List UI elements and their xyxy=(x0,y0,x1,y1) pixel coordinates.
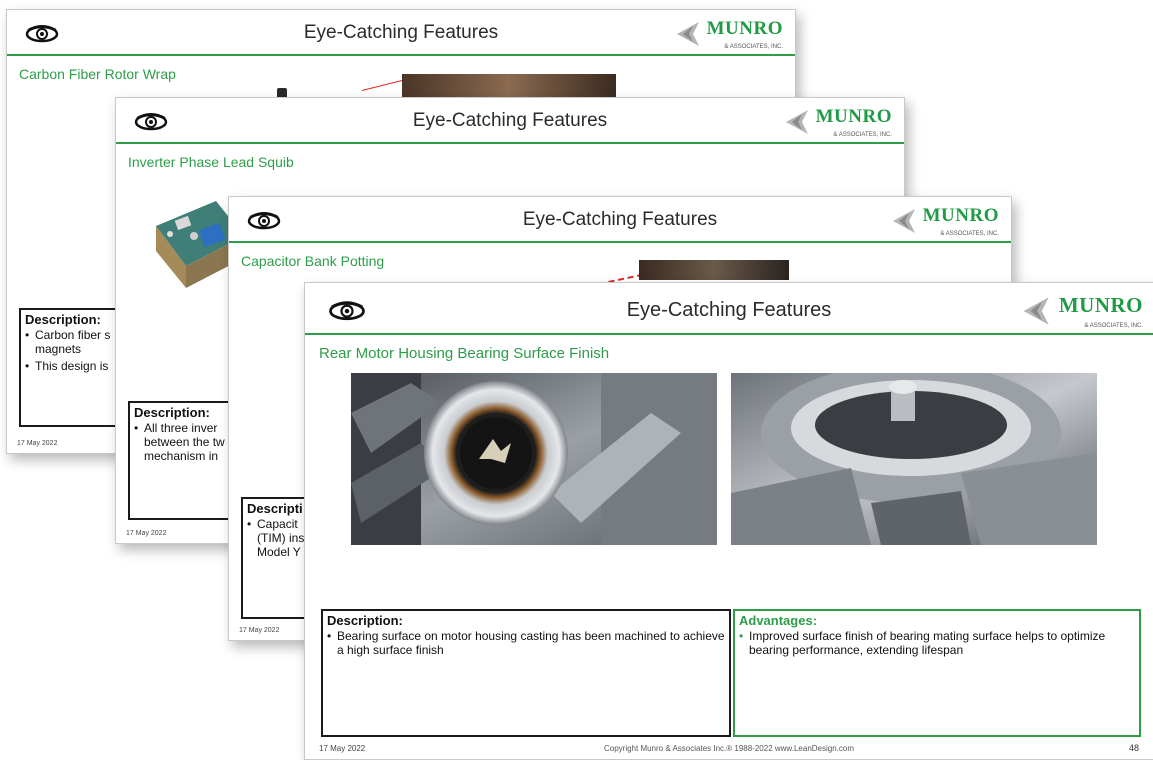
bullet-item: Improved surface finish of bearing matin… xyxy=(739,629,1135,657)
slide-header: Eye-Catching Features MUNRO & ASSOCIATES… xyxy=(305,283,1153,335)
logo-name: MUNRO xyxy=(706,18,783,39)
slide-header: Eye-Catching Features MUNRO & ASSOCIATES… xyxy=(116,98,904,144)
slide-subtitle: Rear Motor Housing Bearing Surface Finis… xyxy=(319,345,610,362)
logo-chevron-icon xyxy=(1023,297,1049,325)
description-title: Description: xyxy=(327,613,403,628)
logo-tagline: & ASSOCIATES, INC. xyxy=(940,231,999,237)
logo-name: MUNRO xyxy=(922,205,999,226)
munro-logo: MUNRO & ASSOCIATES, INC. xyxy=(673,18,783,50)
copyright-footer: Copyright Munro & Associates Inc.® 1988-… xyxy=(603,744,855,753)
munro-logo: MUNRO & ASSOCIATES, INC. xyxy=(782,106,892,138)
slide-subtitle: Carbon Fiber Rotor Wrap xyxy=(19,66,176,82)
slide-date: 17 May 2022 xyxy=(239,627,280,634)
bearing-housing-photo xyxy=(351,373,717,545)
page-number: 48 xyxy=(1128,743,1139,753)
logo-tagline: & ASSOCIATES, INC. xyxy=(833,132,892,138)
machined-bore-photo xyxy=(731,373,1097,545)
slide-date: 17 May 2022 xyxy=(17,440,58,447)
description-box: Description: Bearing surface on motor ho… xyxy=(321,609,731,737)
bullet-item: Bearing surface on motor housing casting… xyxy=(327,629,725,657)
logo-chevron-icon xyxy=(786,110,808,134)
logo-chevron-icon xyxy=(677,22,699,46)
bullet-item: Capacit (TIM) ins Model Y xyxy=(247,517,309,559)
advantages-title: Advantages: xyxy=(739,613,818,628)
logo-tagline: & ASSOCIATES, INC. xyxy=(1084,323,1143,329)
description-bullets: Capacit (TIM) ins Model Y xyxy=(243,517,313,559)
capacitor-bank-photo xyxy=(639,260,789,280)
logo-tagline: & ASSOCIATES, INC. xyxy=(724,44,783,50)
slide-rear-motor-housing[interactable]: Eye-Catching Features MUNRO & ASSOCIATES… xyxy=(304,282,1153,760)
logo-name: MUNRO xyxy=(1058,293,1143,317)
slide-subtitle: Inverter Phase Lead Squib xyxy=(128,154,294,170)
logo-chevron-icon xyxy=(893,209,915,233)
slide-header: Eye-Catching Features MUNRO & ASSOCIATES… xyxy=(229,197,1011,243)
logo-name: MUNRO xyxy=(815,106,892,127)
munro-logo: MUNRO & ASSOCIATES, INC. xyxy=(889,205,999,237)
slide-date: 17 May 2022 xyxy=(126,530,167,537)
slide-subtitle: Capacitor Bank Potting xyxy=(241,253,385,269)
advantages-bullets: Improved surface finish of bearing matin… xyxy=(735,629,1139,657)
slide-header: Eye-Catching Features MUNRO & ASSOCIATES… xyxy=(7,10,795,56)
munro-logo: MUNRO & ASSOCIATES, INC. xyxy=(1019,293,1143,329)
advantages-box: Advantages: Improved surface finish of b… xyxy=(733,609,1141,737)
description-bullets: Bearing surface on motor housing casting… xyxy=(323,629,729,657)
